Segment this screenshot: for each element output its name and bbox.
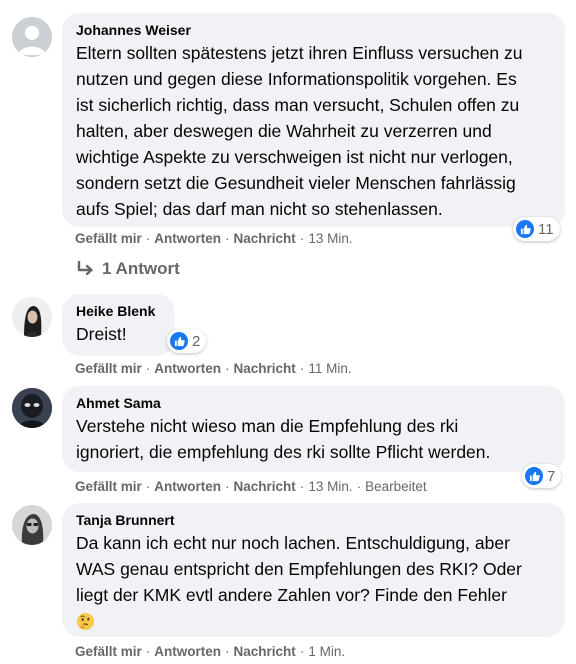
comment-actions: Gefällt mir · Antworten · Nachricht · 11 Min.	[75, 361, 352, 376]
like-button[interactable]: Gefällt mir	[75, 361, 142, 376]
comment-bubble: Tanja Brunnert Da kann ich echt nur noch…	[62, 503, 565, 637]
like-icon	[170, 332, 188, 350]
comment-text-line: halten, aber deswegen die Wahrheit zu ve…	[76, 121, 492, 141]
like-button[interactable]: Gefällt mir	[75, 479, 142, 494]
comment-text-line: Da kann ich echt nur noch lachen. Entsch…	[76, 533, 510, 553]
comment-text-line: WAS genau entspricht den Empfehlungen de…	[76, 559, 522, 579]
comment-timestamp[interactable]: 1 Min.	[308, 644, 345, 659]
reaction-badge[interactable]: 7	[522, 464, 562, 488]
like-button[interactable]: Gefällt mir	[75, 644, 142, 659]
edited-label: Bearbeitet	[365, 479, 427, 494]
comment-timestamp[interactable]: 11 Min.	[308, 361, 351, 376]
reaction-count: 11	[538, 220, 554, 238]
avatar[interactable]	[12, 388, 52, 428]
message-button[interactable]: Nachricht	[234, 479, 296, 494]
comment-timestamp[interactable]: 13 Min.	[308, 231, 352, 246]
reply-button[interactable]: Antworten	[154, 361, 221, 376]
profile-photo-icon	[12, 388, 52, 428]
comment-actions: Gefällt mir · Antworten · Nachricht · 1 Min.	[75, 644, 346, 659]
view-replies-link[interactable]: 1 Antwort	[77, 259, 180, 279]
comment-text: Eltern sollten spätestens jetzt ihren Ei…	[76, 40, 551, 222]
avatar[interactable]	[12, 17, 52, 57]
reaction-count: 2	[192, 332, 201, 350]
reaction-count: 7	[547, 467, 556, 485]
comment-text-line: Verstehe nicht wieso man die Empfehlung …	[76, 416, 459, 436]
thinking-face-icon	[76, 612, 95, 630]
reaction-badge[interactable]: 2	[167, 329, 207, 353]
like-icon	[525, 467, 543, 485]
comment-bubble: Ahmet Sama Verstehe nicht wieso man die …	[62, 386, 565, 472]
comment-author[interactable]: Tanja Brunnert	[76, 511, 551, 529]
comment-timestamp[interactable]: 13 Min.	[308, 479, 352, 494]
default-avatar-icon	[12, 17, 52, 57]
profile-photo-icon	[12, 297, 52, 337]
comment-text-line: liegt der KMK evtl andere Zahlen vor? Fi…	[76, 585, 507, 605]
like-icon	[516, 220, 534, 238]
comment-author[interactable]: Johannes Weiser	[76, 21, 551, 39]
comment-text: Dreist!	[76, 324, 127, 344]
message-button[interactable]: Nachricht	[234, 361, 296, 376]
avatar[interactable]	[12, 505, 52, 545]
comment-text: Verstehe nicht wieso man die Empfehlung …	[76, 413, 551, 465]
comment-text-line: aufs Spiel; das darf man nicht so stehen…	[76, 199, 443, 219]
like-button[interactable]: Gefällt mir	[75, 231, 142, 246]
replies-count-label: 1 Antwort	[102, 259, 180, 278]
comment-text-line: Eltern sollten spätestens jetzt ihren Ei…	[76, 43, 523, 63]
comment-actions: Gefällt mir · Antworten · Nachricht · 13 Min. ·…	[75, 479, 427, 494]
reply-button[interactable]: Antworten	[154, 479, 221, 494]
comment-bubble: Heike Blenk Dreist!	[62, 294, 175, 356]
comment-author[interactable]: Heike Blenk	[76, 302, 161, 320]
profile-photo-icon	[12, 505, 52, 545]
reply-button[interactable]: Antworten	[154, 644, 221, 659]
comment-author[interactable]: Ahmet Sama	[76, 394, 551, 412]
reply-arrow-icon	[77, 261, 93, 276]
message-button[interactable]: Nachricht	[234, 231, 296, 246]
comment-emoji-line	[76, 608, 551, 634]
comment-actions: Gefällt mir · Antworten · Nachricht · 13 Min.	[75, 231, 353, 246]
avatar[interactable]	[12, 297, 52, 337]
reply-button[interactable]: Antworten	[154, 231, 221, 246]
comment-text-line: wichtige Aspekte zu verschweigen ist nic…	[76, 147, 513, 167]
message-button[interactable]: Nachricht	[234, 644, 296, 659]
comment-text-line: ist sicherlich richtig, dass man versuch…	[76, 95, 520, 115]
comment-text-line: sondern setzt die Gesundheit vieler Mens…	[76, 173, 516, 193]
reaction-badge[interactable]: 11	[513, 217, 560, 241]
comment-text-line: ignoriert, die empfehlung des rki sollte…	[76, 442, 491, 462]
comment-bubble: Johannes Weiser Eltern sollten spätesten…	[62, 13, 565, 227]
comment-text-line: nutzen und gegen diese Informationspolit…	[76, 69, 517, 89]
comment-text: Da kann ich echt nur noch lachen. Entsch…	[76, 530, 551, 634]
